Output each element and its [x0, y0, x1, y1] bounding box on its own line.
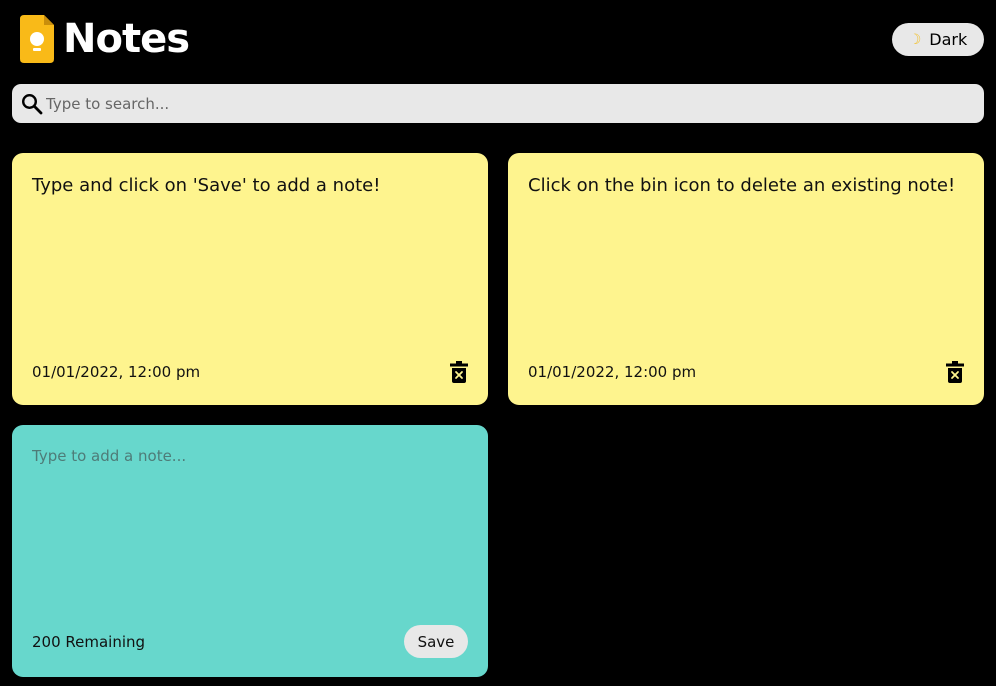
- lightbulb-note-icon: [20, 15, 54, 63]
- app-title: Notes: [63, 16, 190, 62]
- new-note-textarea[interactable]: [32, 446, 468, 606]
- note-footer: 01/01/2022, 12:00 pm: [528, 361, 964, 383]
- note-footer: 01/01/2022, 12:00 pm: [32, 361, 468, 383]
- theme-toggle-label: Dark: [929, 30, 968, 49]
- note-card: Type and click on 'Save' to add a note! …: [12, 153, 488, 405]
- notes-app: Notes ☽ Dark Type and click on 'Save' to…: [0, 0, 996, 686]
- search-input[interactable]: [46, 84, 984, 123]
- save-button[interactable]: Save: [404, 625, 468, 658]
- search-icon: [21, 93, 43, 114]
- new-note-footer: 200 Remaining Save: [32, 625, 468, 658]
- note-date: 01/01/2022, 12:00 pm: [528, 363, 697, 381]
- search-bar: [12, 84, 984, 123]
- note-card: Click on the bin icon to delete an exist…: [508, 153, 984, 405]
- remaining-count: 200 Remaining: [32, 632, 146, 651]
- trash-icon[interactable]: [946, 361, 964, 383]
- moon-icon: ☽: [908, 31, 922, 48]
- note-text: Click on the bin icon to delete an exist…: [528, 175, 956, 196]
- trash-icon[interactable]: [450, 361, 468, 383]
- theme-toggle-button[interactable]: ☽ Dark: [892, 23, 984, 56]
- note-date: 01/01/2022, 12:00 pm: [32, 363, 201, 381]
- new-note-card: 200 Remaining Save: [12, 425, 488, 677]
- note-text: Type and click on 'Save' to add a note!: [32, 175, 381, 196]
- header: Notes: [20, 14, 190, 64]
